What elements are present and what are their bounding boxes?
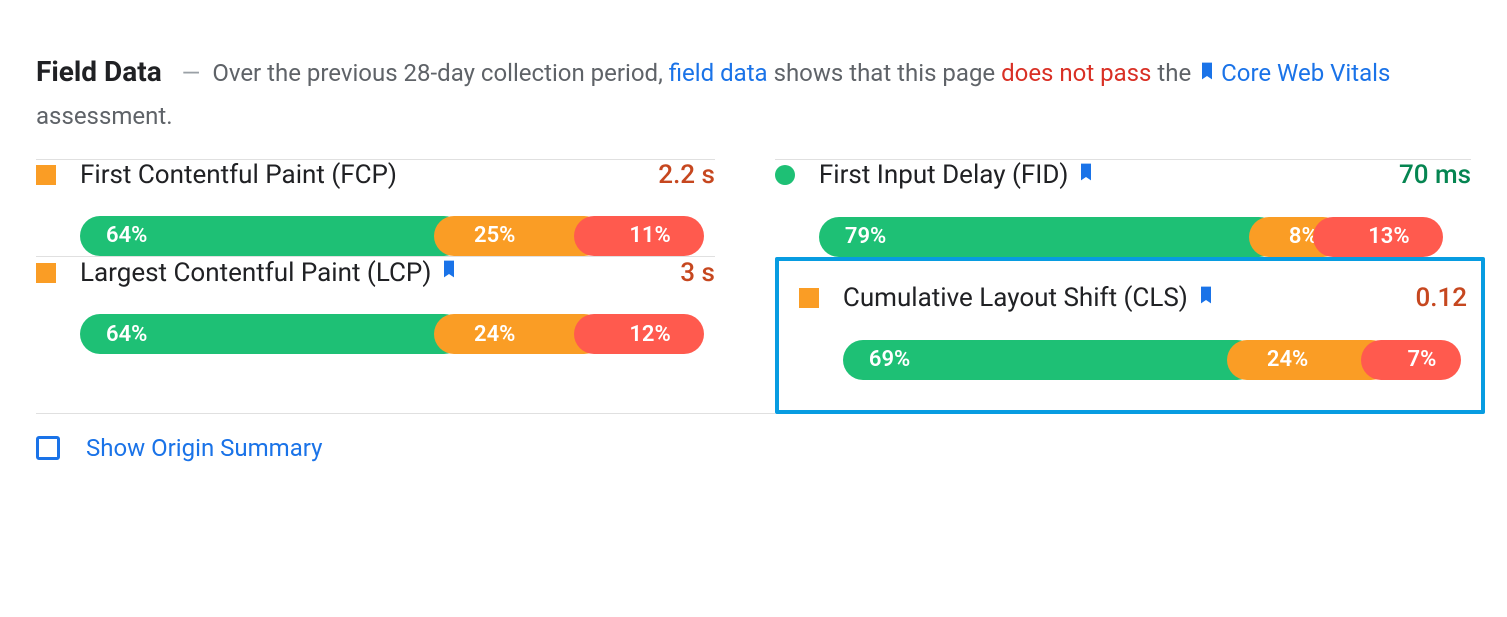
distribution-bar: 64%25%11% bbox=[80, 216, 715, 256]
bookmark-icon bbox=[1197, 55, 1217, 96]
metric-name: First Contentful Paint (FCP) bbox=[80, 160, 658, 190]
metric-value: 70 ms bbox=[1399, 160, 1471, 190]
header-text-3: the bbox=[1157, 59, 1191, 87]
section-title: Field Data bbox=[36, 55, 162, 88]
show-origin-summary[interactable]: Show Origin Summary bbox=[36, 434, 715, 462]
origin-summary-label: Show Origin Summary bbox=[86, 434, 322, 462]
dash: — bbox=[182, 59, 201, 87]
metric-cls[interactable]: Cumulative Layout Shift (CLS)0.12 69%24%7… bbox=[799, 283, 1467, 380]
distribution-bar: 69%24%7% bbox=[843, 340, 1467, 380]
origin-summary-cell: Show Origin Summary bbox=[36, 414, 715, 463]
metric-value: 0.12 bbox=[1415, 283, 1467, 313]
field-data-link[interactable]: field data bbox=[669, 59, 768, 87]
dist-poor: 13% bbox=[1313, 217, 1443, 257]
distribution-bar: 79%8%13% bbox=[819, 217, 1471, 257]
dist-poor: 11% bbox=[574, 216, 704, 256]
metrics-grid: First Contentful Paint (FCP)2.2 s 64%25%1… bbox=[36, 159, 1471, 463]
metric-value: 3 s bbox=[680, 258, 715, 288]
header-text-2: shows that this page bbox=[774, 59, 996, 87]
bookmark-icon bbox=[439, 257, 459, 288]
bookmark-icon bbox=[1076, 160, 1096, 191]
metric-fcp[interactable]: First Contentful Paint (FCP)2.2 s 64%25%1… bbox=[36, 159, 715, 257]
metric-name: First Input Delay (FID) bbox=[819, 160, 1399, 191]
metric-name: Cumulative Layout Shift (CLS) bbox=[843, 283, 1416, 314]
metric-name: Largest Contentful Paint (LCP) bbox=[80, 257, 680, 288]
fail-status-text: does not pass bbox=[1001, 59, 1151, 87]
dist-good: 79% bbox=[819, 217, 1279, 257]
status-indicator bbox=[36, 165, 56, 185]
dist-good: 64% bbox=[80, 216, 464, 256]
metric-value: 2.2 s bbox=[658, 160, 715, 190]
origin-summary-checkbox[interactable] bbox=[36, 436, 60, 460]
core-web-vitals-link[interactable]: Core Web Vitals bbox=[1221, 59, 1390, 87]
bookmark-icon bbox=[1196, 283, 1216, 314]
status-indicator bbox=[799, 288, 819, 308]
header-text-4: assessment. bbox=[36, 102, 173, 130]
status-indicator bbox=[775, 165, 795, 185]
header-text-1: Over the previous 28-day collection peri… bbox=[212, 59, 662, 87]
dist-good: 69% bbox=[843, 340, 1257, 380]
metric-cls-container: Cumulative Layout Shift (CLS)0.12 69%24%7… bbox=[775, 257, 1471, 414]
dist-poor: 7% bbox=[1361, 340, 1461, 380]
dist-good: 64% bbox=[80, 314, 464, 354]
metric-cls-highlight: Cumulative Layout Shift (CLS)0.12 69%24%7… bbox=[775, 257, 1485, 414]
field-data-header: Field Data — Over the previous 28-day co… bbox=[36, 48, 1471, 137]
metric-fid[interactable]: First Input Delay (FID)70 ms 79%8%13% bbox=[775, 159, 1471, 257]
distribution-bar: 64%24%12% bbox=[80, 314, 715, 354]
metric-lcp[interactable]: Largest Contentful Paint (LCP)3 s 64%24%1… bbox=[36, 257, 715, 414]
dist-poor: 12% bbox=[574, 314, 704, 354]
status-indicator bbox=[36, 263, 56, 283]
